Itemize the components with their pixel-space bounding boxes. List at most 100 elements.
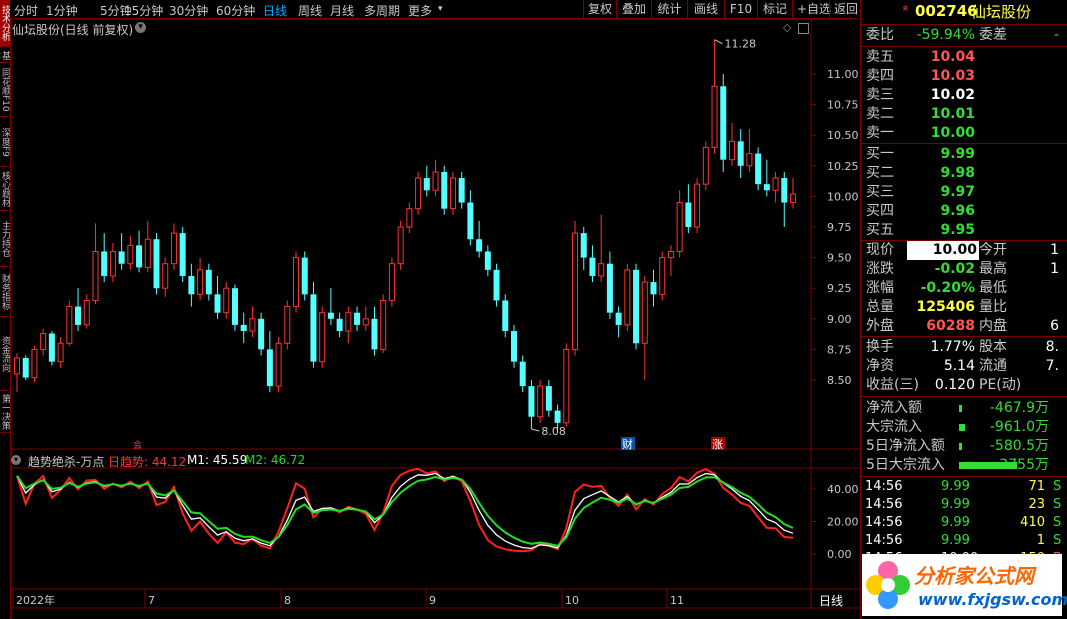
toolbar-button-7[interactable]: 返回 bbox=[829, 0, 860, 18]
left-tab-5[interactable]: 主力持仓 bbox=[0, 212, 10, 267]
candle bbox=[75, 288, 82, 332]
candle bbox=[493, 263, 500, 307]
stat-label-2: 内盘 bbox=[979, 318, 1007, 334]
left-tab-4[interactable]: 核心题材 bbox=[0, 168, 10, 211]
left-tab-3[interactable]: 深度F9 bbox=[0, 118, 10, 167]
period-tab-5[interactable]: 60分钟 bbox=[216, 2, 255, 19]
period-tab-3[interactable]: 15分钟 bbox=[124, 2, 163, 19]
period-tab-6[interactable]: 日线 bbox=[263, 2, 287, 19]
maximize-icon[interactable] bbox=[798, 23, 809, 34]
candle bbox=[214, 275, 221, 319]
tick-time: 14:56 bbox=[865, 479, 903, 494]
watermark-url: www.fxjgsw.com bbox=[918, 590, 1067, 609]
x-tick-label: 10 bbox=[565, 594, 579, 607]
candle bbox=[694, 178, 701, 234]
period-tab-4[interactable]: 30分钟 bbox=[169, 2, 208, 19]
indicator-tick-label: 40.00 bbox=[827, 483, 859, 496]
order-ratio-label: 委比 bbox=[866, 27, 894, 43]
flow-bar bbox=[959, 443, 962, 450]
toolbar-button-1[interactable]: 叠加 bbox=[616, 0, 651, 18]
period-tab-7[interactable]: 周线 bbox=[298, 2, 322, 19]
fund-row: 净资 5.14 流通 7. bbox=[861, 357, 1067, 376]
period-tab-0[interactable]: 分时 bbox=[14, 2, 38, 19]
candle bbox=[301, 251, 308, 301]
toolbar-button-2[interactable]: 统计 bbox=[651, 0, 687, 18]
toolbar-button-6[interactable]: +自选 bbox=[792, 0, 831, 18]
left-tab-1[interactable]: 基本资料 bbox=[0, 48, 10, 63]
indicator-tick-label: 20.00 bbox=[827, 516, 859, 529]
toolbar-button-4[interactable]: F10 bbox=[724, 0, 757, 18]
tick-volume: 23 bbox=[1028, 497, 1045, 512]
period-tab-1[interactable]: 1分钟 bbox=[46, 2, 78, 19]
stat-value: 60288 bbox=[926, 318, 975, 334]
more-arrow-icon[interactable]: ▾ bbox=[438, 4, 443, 14]
candle bbox=[406, 202, 413, 234]
candle bbox=[266, 331, 273, 393]
fund-label: 净资 bbox=[866, 358, 894, 374]
ask-label: 卖五 bbox=[866, 49, 894, 65]
candle bbox=[371, 306, 378, 356]
indicator-m2-value: M2: 46.72 bbox=[245, 453, 306, 467]
candle bbox=[144, 220, 151, 273]
period-tab-10[interactable]: 更多 bbox=[408, 2, 432, 19]
candle bbox=[231, 284, 238, 332]
tick-time: 14:56 bbox=[865, 515, 903, 530]
flow-bar bbox=[959, 462, 1017, 469]
fund-label-2: PE(动) bbox=[979, 377, 1022, 393]
candle bbox=[432, 159, 439, 197]
candle bbox=[580, 227, 587, 270]
ask-row: 卖五 10.04 bbox=[861, 48, 1067, 67]
bid-row: 买四 9.96 bbox=[861, 202, 1067, 221]
candle bbox=[354, 306, 361, 332]
candle bbox=[240, 312, 247, 344]
low-price-label: 8.08 bbox=[541, 425, 566, 438]
rise-marker-label[interactable]: 涨 bbox=[712, 438, 723, 451]
candle bbox=[327, 288, 334, 325]
meeting-marker-label[interactable]: 会 bbox=[133, 439, 142, 451]
price-tick-label: 9.25 bbox=[827, 282, 852, 295]
candle bbox=[336, 312, 343, 338]
chevron-down-icon[interactable]: ▾ bbox=[135, 22, 146, 33]
indicator-menu-icon[interactable]: ▾ bbox=[11, 455, 21, 465]
candlestick-chart[interactable]: 11.00 10.75 10.50 10.25 10.00 9.75 9.50 9.25 9.0… bbox=[11, 18, 860, 609]
candle bbox=[380, 294, 387, 354]
period-tab-9[interactable]: 多周期 bbox=[364, 2, 400, 19]
toolbar-button-5[interactable]: 标记 bbox=[757, 0, 792, 18]
bid-label: 买五 bbox=[866, 222, 894, 238]
x-tick-label: 8 bbox=[284, 594, 291, 607]
ask-label: 卖一 bbox=[866, 125, 894, 141]
stat-label: 现价 bbox=[866, 242, 894, 258]
candle bbox=[711, 39, 718, 154]
left-tab-8[interactable]: 第一决策 bbox=[0, 392, 10, 433]
flow-value: -961.0万 bbox=[989, 419, 1049, 435]
x-tick-label: 2022年 bbox=[16, 593, 55, 607]
toolbar-button-0[interactable]: 复权 bbox=[583, 0, 616, 18]
left-tab-2[interactable]: 同花顺F10 bbox=[0, 64, 10, 117]
left-tab-7[interactable]: 资金流向 bbox=[0, 318, 10, 391]
finance-marker-label[interactable]: 财 bbox=[622, 437, 633, 451]
candle bbox=[397, 220, 404, 270]
bid-label: 买二 bbox=[866, 165, 894, 181]
diamond-icon[interactable]: ◇ bbox=[783, 21, 791, 34]
stat-value-2: 1 bbox=[1050, 261, 1059, 277]
candle bbox=[415, 171, 422, 215]
flow-label: 5日大宗流入 bbox=[866, 457, 945, 473]
ask-price: 10.02 bbox=[930, 87, 975, 103]
order-ratio-value: -59.94% bbox=[916, 27, 975, 43]
price-tick-label: 9.75 bbox=[827, 221, 852, 234]
stat-label: 总量 bbox=[866, 299, 894, 315]
stat-row: 涨跌 -0.02 最高 1 bbox=[861, 260, 1067, 279]
left-tab-strip: 技术分析基本资料同花顺F10深度F9核心题材主力持仓财务指标资金流向第一决策 bbox=[0, 0, 11, 619]
tick-row: 14:56 9.99 71 S bbox=[861, 478, 1067, 496]
order-diff-label: 委差 bbox=[979, 27, 1007, 43]
bid-row: 买二 9.98 bbox=[861, 164, 1067, 183]
candle bbox=[205, 263, 212, 301]
candle bbox=[362, 306, 369, 332]
left-tab-6[interactable]: 财务指标 bbox=[0, 268, 10, 317]
period-tab-8[interactable]: 月线 bbox=[330, 2, 354, 19]
candle bbox=[755, 147, 762, 191]
chart-area[interactable]: 11.00 10.75 10.50 10.25 10.00 9.75 9.50 9.25 9.0… bbox=[11, 18, 860, 609]
candle bbox=[746, 129, 753, 172]
left-tab-0[interactable]: 技术分析 bbox=[0, 0, 10, 47]
toolbar-button-3[interactable]: 画线 bbox=[687, 0, 724, 18]
